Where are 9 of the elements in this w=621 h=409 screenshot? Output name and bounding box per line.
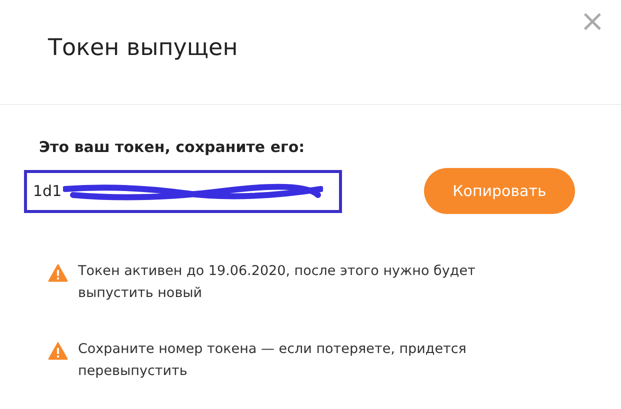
warning-icon bbox=[48, 342, 68, 360]
close-button[interactable]: × bbox=[580, 7, 605, 37]
warning-icon bbox=[48, 264, 68, 282]
warning-text: Сохраните номер токена — если потеряете, придется перевыпустить bbox=[78, 340, 468, 381]
copy-button[interactable]: Копировать bbox=[424, 168, 575, 214]
warning-text: Токен активен до 19.06.2020, после этого нужно будет выпустить новый bbox=[78, 262, 476, 303]
token-label: Это ваш токен, сохраните его: bbox=[39, 138, 306, 156]
token-field[interactable]: 1d1 bbox=[24, 170, 342, 212]
dialog-title: Токен выпущен bbox=[48, 35, 238, 61]
